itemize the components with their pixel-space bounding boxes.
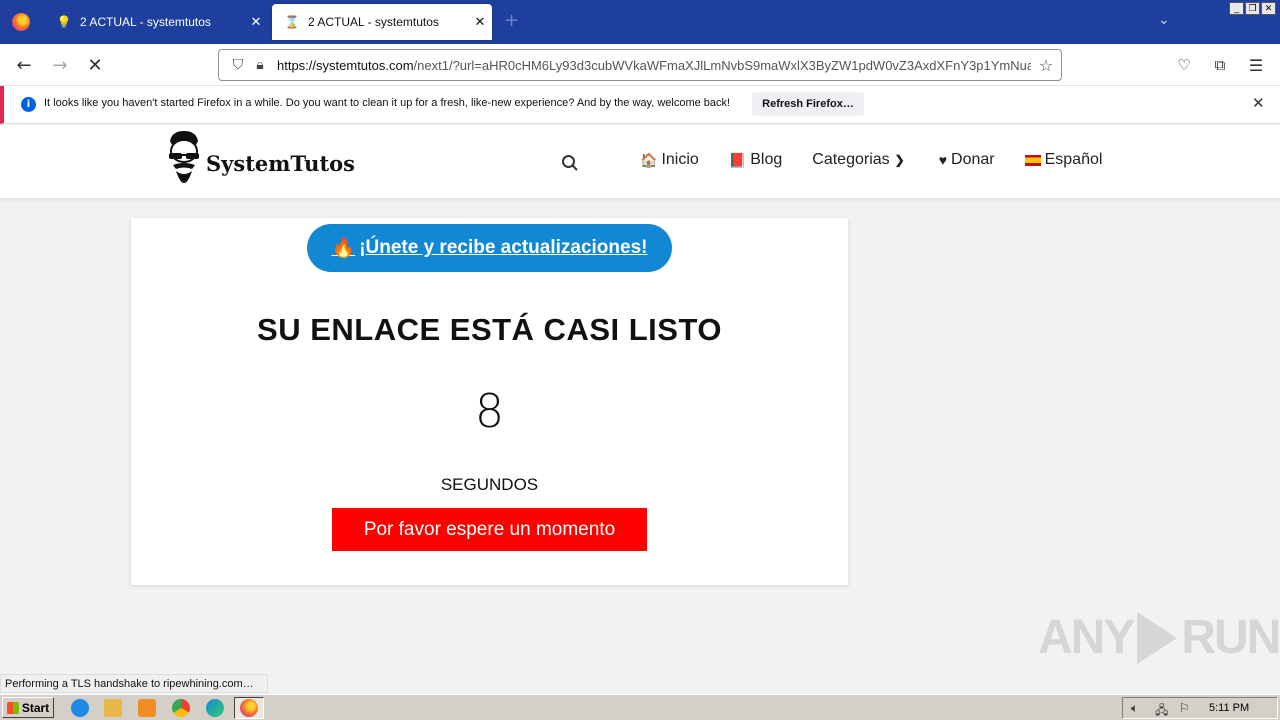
lock-icon[interactable]: 🔒︎ [249,57,271,73]
stop-loading-icon[interactable]: ✕ [82,52,108,78]
status-text: Performing a TLS handshake to ripewhinin… [0,674,268,693]
start-button[interactable]: Start [2,697,54,718]
network-icon[interactable]: 🖧 [1155,701,1168,720]
firefox-logo-icon [12,13,30,31]
hamburger-menu-icon[interactable]: ☰ [1243,52,1269,78]
menu-item-donar[interactable]: ♥ Donar [939,151,995,169]
anyrun-watermark: ANY RUN [1038,611,1280,664]
join-updates-button[interactable]: 🔥 ¡Únete y recibe actualizaciones! [307,224,672,272]
shield-icon[interactable]: ⛉ [227,57,249,73]
chevron-down-icon[interactable]: ⌄ [1158,12,1170,28]
close-icon[interactable]: ✕ [244,14,268,30]
tab-active[interactable]: ⌛ 2 ACTUAL - systemtutos ✕ [272,4,492,40]
search-icon[interactable] [561,154,579,172]
url-text[interactable]: https://systemtutos.com/next1/?url=aHR0c… [277,58,1031,73]
firefox-menu-button[interactable] [0,0,42,44]
internet-explorer-icon[interactable] [71,699,89,717]
edge-icon[interactable] [206,699,224,717]
refresh-firefox-button[interactable]: Refresh Firefox… [752,92,864,116]
link-ready-card: 🔥 ¡Únete y recibe actualizaciones! SU EN… [131,218,848,585]
menu-item-blog[interactable]: 📕 Blog [729,151,782,169]
url-bar[interactable]: ⛉ 🔒︎ https://systemtutos.com/next1/?url=… [218,49,1062,81]
seconds-label: SEGUNDOS [440,475,539,494]
please-wait-button[interactable]: Por favor espere un momento [332,508,647,551]
notification-bar: i It looks like you haven't started Fire… [0,86,1280,124]
clock: 5:11 PM [1209,702,1250,714]
restore-icon[interactable]: ❐ [1245,2,1260,15]
play-icon [1137,611,1178,664]
new-tab-icon[interactable]: + [504,10,519,31]
close-icon[interactable]: ✕ [1252,94,1265,112]
logo-face-icon [169,131,199,183]
volume-icon[interactable]: 🔈︎ [1131,701,1138,716]
logo-text: SystemTutos [206,150,355,176]
lightbulb-icon: 💡 [56,15,72,29]
flag-icon[interactable]: ⚐ [1179,701,1190,715]
extensions-icon[interactable]: ⧉ [1207,52,1233,78]
countdown-number: 8 [474,384,505,438]
forward-arrow-icon[interactable]: → [47,52,73,78]
system-tray: 🔈︎ 🖧 ⚐ 5:11 PM [1122,697,1278,719]
menu-item-inicio[interactable]: 🏠 Inicio [640,151,699,169]
menu-item-espanol[interactable]: Español [1024,151,1102,169]
pocket-icon[interactable]: ♡ [1171,52,1197,78]
spain-flag-icon [1024,154,1041,166]
media-player-icon[interactable] [138,699,156,717]
fire-icon: 🔥 [331,238,356,259]
page-title: SU ENLACE ESTÁ CASI LISTO [257,312,722,347]
tab-title: 2 ACTUAL - systemtutos [80,15,211,29]
tab-title: 2 ACTUAL - systemtutos [308,15,439,29]
firefox-icon [240,699,258,717]
chrome-icon[interactable] [172,699,190,717]
site-logo[interactable]: SystemTutos [166,129,355,191]
tab-inactive[interactable]: 💡 2 ACTUAL - systemtutos ✕ [44,4,268,40]
minimize-icon[interactable]: _ [1229,2,1244,15]
windows-logo-icon [6,701,19,714]
chevron-down-icon: ❯ [894,153,905,167]
browser-tab-bar: 💡 2 ACTUAL - systemtutos ✕ ⌛ 2 ACTUAL - … [0,0,1280,44]
back-arrow-icon[interactable]: ← [11,52,37,78]
info-icon: i [21,97,36,112]
window-close-icon[interactable]: ✕ [1261,2,1276,15]
close-icon[interactable]: ✕ [468,14,492,30]
taskbar: Start 🔈︎ 🖧 ⚐ 5:11 PM [0,694,1280,720]
book-icon: 📕 [728,151,747,168]
taskbar-firefox-active[interactable] [234,697,264,719]
house-icon: 🏠 [640,151,658,168]
folder-icon[interactable] [104,699,122,717]
bookmark-star-icon[interactable]: ☆ [1031,56,1061,75]
navigation-toolbar: ← → ✕ ⛉ 🔒︎ https://systemtutos.com/next1… [0,44,1280,86]
notification-message: It looks like you haven't started Firefo… [44,97,731,109]
site-header: SystemTutos 🏠 Inicio 📕 Blog Categorias ❯… [0,125,1280,198]
menu-item-categorias[interactable]: Categorias ❯ [812,151,908,169]
heart-icon: ♥ [938,152,948,168]
hourglass-icon: ⌛ [284,15,300,29]
main-menu: 🏠 Inicio 📕 Blog Categorias ❯ ♥ Donar Esp… [640,151,1132,169]
